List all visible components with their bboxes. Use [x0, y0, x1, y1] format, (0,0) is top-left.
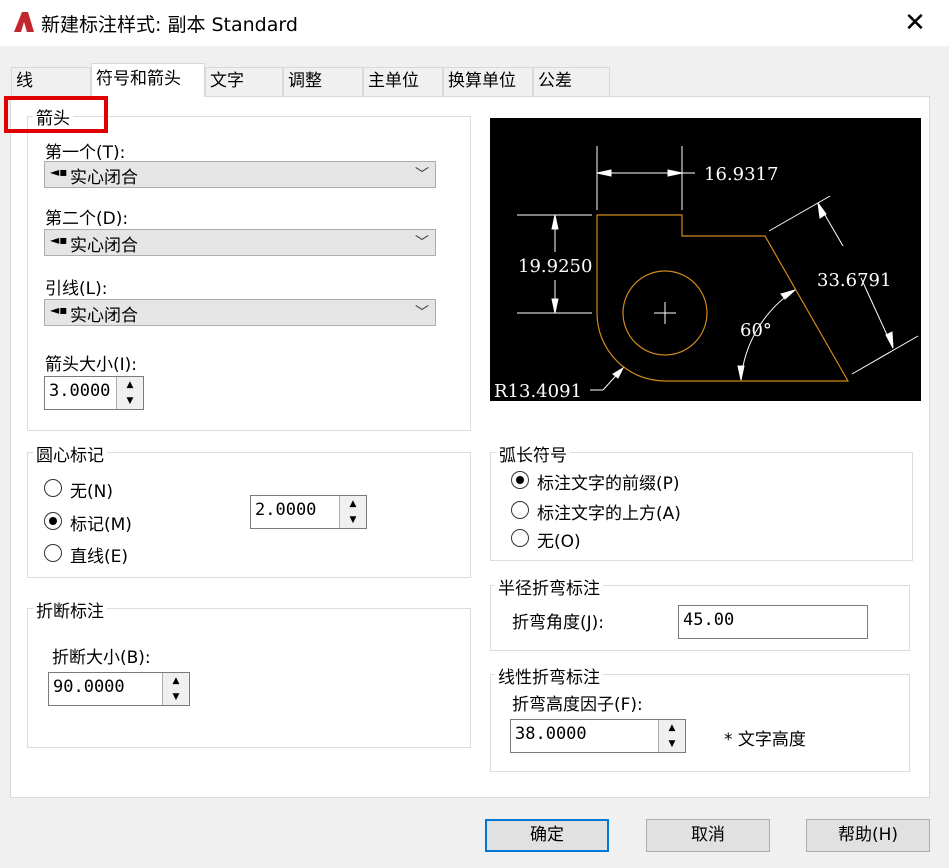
arrow-size-label: 箭头大小(I): — [45, 355, 138, 375]
radius-text: R13.4091 — [494, 381, 582, 401]
linear-jog-group-label: 线性折弯标注 — [495, 663, 603, 688]
chevron-down-icon: ﹀ — [415, 167, 429, 183]
ok-button[interactable]: 确定 — [485, 819, 609, 852]
spin-down-icon[interactable]: ▼ — [163, 689, 189, 705]
radius-jog-group-label: 半径折弯标注 — [495, 574, 603, 599]
arrowhead-icon: ◄▪ — [50, 233, 68, 247]
svg-text:D: D — [26, 26, 31, 34]
dim-right-text: 33.6791 — [817, 270, 891, 291]
first-arrow-select[interactable]: ◄▪ 实心闭合 ﹀ — [44, 161, 436, 188]
break-size-label: 折断大小(B): — [52, 648, 151, 668]
spin-up-icon[interactable]: ▲ — [659, 720, 685, 737]
tab-lines[interactable]: 线 — [11, 67, 91, 96]
first-arrow-label: 第一个(T): — [45, 143, 126, 163]
window-title: 新建标注样式: 副本 Standard — [41, 14, 298, 36]
jog-angle-value: 45.00 — [683, 610, 735, 630]
chevron-down-icon: ﹀ — [415, 235, 429, 251]
help-button[interactable]: 帮助(H) — [806, 819, 930, 852]
jog-angle-input[interactable]: 45.00 — [678, 605, 868, 639]
arrowhead-icon: ◄▪ — [50, 303, 68, 317]
tab-text[interactable]: 文字 — [205, 67, 283, 96]
second-arrow-select[interactable]: ◄▪ 实心闭合 ﹀ — [44, 229, 436, 256]
second-arrow-label: 第二个(D): — [45, 209, 129, 229]
dimension-preview: 16.9317 19.9250 33.6791 60° R13.4091 — [490, 118, 921, 401]
jog-angle-label: 折弯角度(J): — [512, 613, 605, 633]
spin-down-icon[interactable]: ▼ — [340, 512, 366, 528]
spin-up-icon[interactable]: ▲ — [340, 496, 366, 513]
spin-up-icon[interactable]: ▲ — [163, 673, 189, 690]
arrow-size-stepper[interactable]: 3.0000 ▲ ▼ — [44, 376, 144, 410]
break-size-stepper[interactable]: 90.0000 ▲ ▼ — [48, 672, 190, 706]
dimension-break-group-label: 折断标注 — [33, 597, 107, 622]
second-arrow-value: 实心闭合 — [70, 236, 138, 256]
angle-text: 60° — [740, 320, 772, 341]
center-mark-line-radio[interactable]: 直线(E) — [44, 543, 164, 567]
center-mark-none-radio[interactable]: 无(N) — [44, 478, 144, 502]
center-mark-size-value: 2.0000 — [255, 500, 317, 520]
tab-alternate-units[interactable]: 换算单位 — [443, 67, 533, 96]
center-mark-size-stepper[interactable]: 2.0000 ▲ ▼ — [250, 495, 367, 529]
spin-up-icon[interactable]: ▲ — [117, 377, 143, 394]
spin-down-icon[interactable]: ▼ — [117, 393, 143, 409]
highlight-box — [4, 96, 108, 133]
arrowhead-icon: ◄▪ — [50, 165, 68, 179]
autocad-logo-icon: D — [14, 12, 34, 34]
leader-arrow-select[interactable]: ◄▪ 实心闭合 ﹀ — [44, 299, 436, 326]
tab-tolerances[interactable]: 公差 — [533, 67, 610, 96]
arc-none-radio[interactable]: 无(O) — [511, 528, 631, 552]
first-arrow-value: 实心闭合 — [70, 168, 138, 188]
arc-above-radio[interactable]: 标注文字的上方(A) — [511, 500, 711, 524]
spin-down-icon[interactable]: ▼ — [659, 736, 685, 752]
arc-length-group-label: 弧长符号 — [496, 441, 570, 466]
cancel-button[interactable]: 取消 — [646, 819, 770, 852]
text-height-suffix: * 文字高度 — [724, 730, 806, 750]
break-size-value: 90.0000 — [53, 677, 125, 697]
close-icon[interactable]: ✕ — [898, 6, 932, 40]
jog-height-factor-label: 折弯高度因子(F): — [512, 695, 643, 715]
title-bar: D 新建标注样式: 副本 Standard ✕ — [0, 0, 949, 46]
leader-arrow-value: 实心闭合 — [70, 306, 138, 326]
tab-fit[interactable]: 调整 — [283, 67, 363, 96]
jog-height-factor-stepper[interactable]: 38.0000 ▲ ▼ — [510, 719, 686, 753]
arc-prefix-radio[interactable]: 标注文字的前缀(P) — [511, 470, 711, 494]
tab-symbols-and-arrows[interactable]: 符号和箭头 — [91, 63, 205, 97]
leader-arrow-label: 引线(L): — [45, 279, 108, 299]
arrow-size-value: 3.0000 — [49, 381, 111, 401]
center-marks-group-label: 圆心标记 — [33, 441, 107, 466]
tab-primary-units[interactable]: 主单位 — [363, 67, 443, 96]
dim-top-text: 16.9317 — [704, 164, 778, 185]
dim-left-text: 19.9250 — [518, 256, 592, 277]
center-mark-mark-radio[interactable]: 标记(M) — [44, 511, 164, 535]
chevron-down-icon: ﹀ — [415, 305, 429, 321]
jog-height-factor-value: 38.0000 — [515, 724, 587, 744]
